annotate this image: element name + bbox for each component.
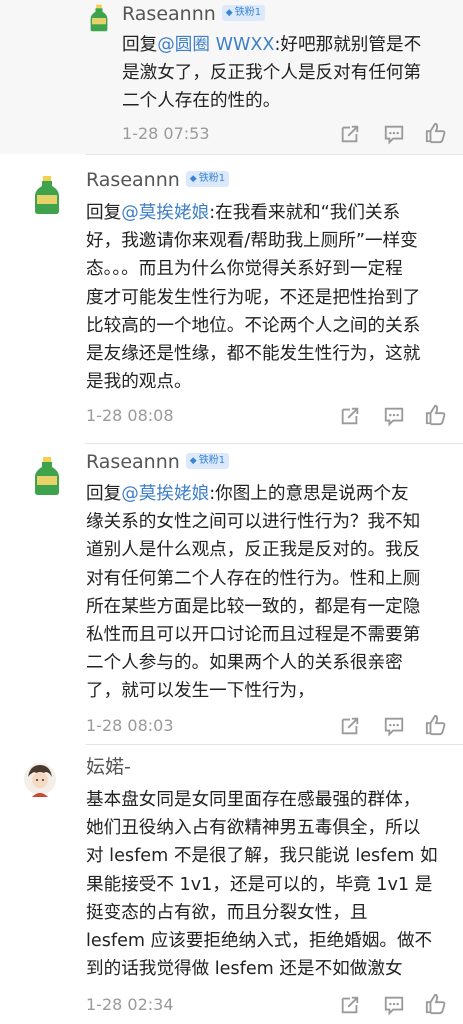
comment-text: :在我看来就和“我们关系 (209, 203, 401, 223)
comment-line: 回复@圆圈 WWXX:好吧那就别管是不 (122, 31, 452, 59)
comment-username[interactable]: Raseannn ◆ 铁粉1 (86, 168, 230, 192)
comment-line: 二个人存在的性的。 (122, 91, 281, 112)
comment-line: 回复@莫挨姥娘:你图上的意思是说两个友 (86, 480, 456, 508)
comment-line: 对 lesfem 不是很了解，我只能说 lesfem 如 (86, 846, 438, 867)
comment-line: 是友缘还是性缘，都不能发生性行为，这就 (86, 344, 421, 365)
thumbs-up-icon[interactable] (425, 404, 447, 426)
comment-line: 缘关系的女性之间可以进行性行为？我不知 (86, 512, 421, 533)
username-text[interactable]: Raseannn (86, 451, 180, 473)
mention-link[interactable]: @圆圈 WWXX (157, 35, 274, 55)
comment-item: Raseannn ◆ 铁粉1 回复@莫挨姥娘:你图上的意思是说两个友 缘关系的女性之… (0, 444, 463, 744)
share-icon[interactable] (339, 994, 361, 1016)
fan-badge[interactable]: ◆ 铁粉1 (185, 452, 230, 469)
comment-line: 果能接受不 1v1，还是可以的，毕竟 1v1 是 (86, 874, 433, 895)
person-avatar-icon[interactable] (22, 761, 58, 801)
comment-icon[interactable] (383, 405, 405, 427)
comment-thread: Raseannn ◆ 铁粉1 回复@圆圈 WWXX:好吧那就别管是不 是激女了，反正… (0, 0, 463, 1024)
comment-item: 妘婼- 基本盘女同是女同里面存在感最强的群体， 她们丑役纳入占有欲精神男五毒俱全… (0, 745, 463, 1024)
comment-line: 了，就可以发生一下性行为， (86, 681, 315, 702)
reply-prefix: 回复 (86, 484, 122, 504)
comment-timestamp: 1-28 08:08 (86, 406, 174, 425)
thumbs-up-icon[interactable] (425, 714, 447, 736)
bottle-avatar-icon[interactable] (32, 456, 62, 496)
comment-body: 基本盘女同是女同里面存在感最强的群体， 她们丑役纳入占有欲精神男五毒俱全，所以 … (86, 786, 456, 983)
thumbs-up-icon[interactable] (425, 993, 447, 1015)
share-icon[interactable] (339, 715, 361, 737)
badge-label: 铁粉1 (234, 6, 262, 18)
badge-label: 铁粉1 (198, 454, 226, 466)
comment-body: 回复@莫挨姥娘:在我看来就和“我们关系 好，我邀请你来观看/帮助我上厕所”一样变… (86, 199, 456, 396)
comment-body: 回复@莫挨姥娘:你图上的意思是说两个友 缘关系的女性之间可以进行性行为？我不知 … (86, 480, 456, 706)
diamond-icon: ◆ (225, 7, 233, 18)
comment-item: Raseannn ◆ 铁粉1 回复@圆圈 WWXX:好吧那就别管是不 是激女了，反正… (0, 0, 463, 154)
comment-line: 是我的观点。 (86, 372, 192, 393)
mention-link[interactable]: @莫挨姥娘 (121, 203, 209, 223)
comment-icon[interactable] (383, 715, 405, 737)
comment-line: 比较高的一个地位。不论两个人之间的关系 (86, 315, 421, 336)
username-text[interactable]: Raseannn (122, 3, 216, 25)
fan-badge[interactable]: ◆ 铁粉1 (185, 170, 230, 187)
fan-badge[interactable]: ◆ 铁粉1 (221, 4, 266, 21)
comment-line: 对有任何第二个人存在的性行为。性和上厕 (86, 568, 421, 589)
comment-line: 度才可能发生性行为呢，不还是把性抬到了 (86, 287, 421, 308)
comment-username[interactable]: 妘婼- (86, 755, 131, 779)
comment-icon[interactable] (383, 123, 405, 145)
comment-text: :好吧那就别管是不 (274, 35, 422, 55)
reply-prefix: 回复 (122, 35, 158, 55)
comment-timestamp: 1-28 07:53 (122, 124, 210, 143)
comment-line: 基本盘女同是女同里面存在感最强的群体， (86, 790, 421, 810)
comment-line: 好，我邀请你来观看/帮助我上厕所”一样变 (86, 231, 418, 252)
reply-prefix: 回复 (86, 203, 122, 223)
comment-line: 她们丑役纳入占有欲精神男五毒俱全，所以 (86, 818, 421, 839)
comment-item: Raseannn ◆ 铁粉1 回复@莫挨姥娘:在我看来就和“我们关系 好，我邀请你来… (0, 155, 463, 443)
diamond-icon: ◆ (189, 455, 197, 466)
comment-username[interactable]: Raseannn ◆ 铁粉1 (122, 2, 266, 26)
comment-icon[interactable] (383, 994, 405, 1016)
comment-line: 道别人是什么观点，反正我是反对的。我反 (86, 540, 421, 561)
bottle-avatar-icon[interactable] (32, 175, 62, 215)
comment-timestamp: 1-28 02:34 (86, 995, 174, 1014)
mention-link[interactable]: @莫挨姥娘 (121, 484, 209, 504)
comment-timestamp: 1-28 08:03 (86, 716, 174, 735)
comment-line: 二个人参与的。如果两个人的关系很亲密 (86, 653, 403, 674)
thumbs-up-icon[interactable] (425, 122, 447, 144)
comment-body: 回复@圆圈 WWXX:好吧那就别管是不 是激女了，反正我个人是反对有任何第 二个… (122, 31, 452, 116)
share-icon[interactable] (339, 405, 361, 427)
comment-line: 私性而且可以开口讨论而且过程是不需要第 (86, 625, 421, 646)
username-text[interactable]: Raseannn (86, 169, 180, 191)
comment-line: 回复@莫挨姥娘:在我看来就和“我们关系 (86, 199, 456, 227)
comment-text: :你图上的意思是说两个友 (209, 484, 409, 504)
badge-label: 铁粉1 (198, 172, 226, 184)
comment-line: 挺变态的占有欲，而且分裂女性，且 (86, 902, 368, 923)
comment-line: lesfem 应该要拒绝纳入式，拒绝婚姻。做不 (86, 931, 433, 952)
comment-username[interactable]: Raseannn ◆ 铁粉1 (86, 450, 230, 474)
bottle-avatar-icon[interactable] (88, 4, 110, 32)
share-icon[interactable] (339, 123, 361, 145)
diamond-icon: ◆ (189, 173, 197, 184)
comment-line: 态。。。而且为什么你觉得关系好到一定程 (86, 259, 403, 280)
comment-line: 到的话我觉得做 lesfem 还是不如做激女 (86, 959, 403, 980)
comment-line: 所在某些方面是比较一致的，都是有一定隐 (86, 596, 421, 617)
comment-line: 是激女了，反正我个人是反对有任何第 (122, 63, 422, 84)
